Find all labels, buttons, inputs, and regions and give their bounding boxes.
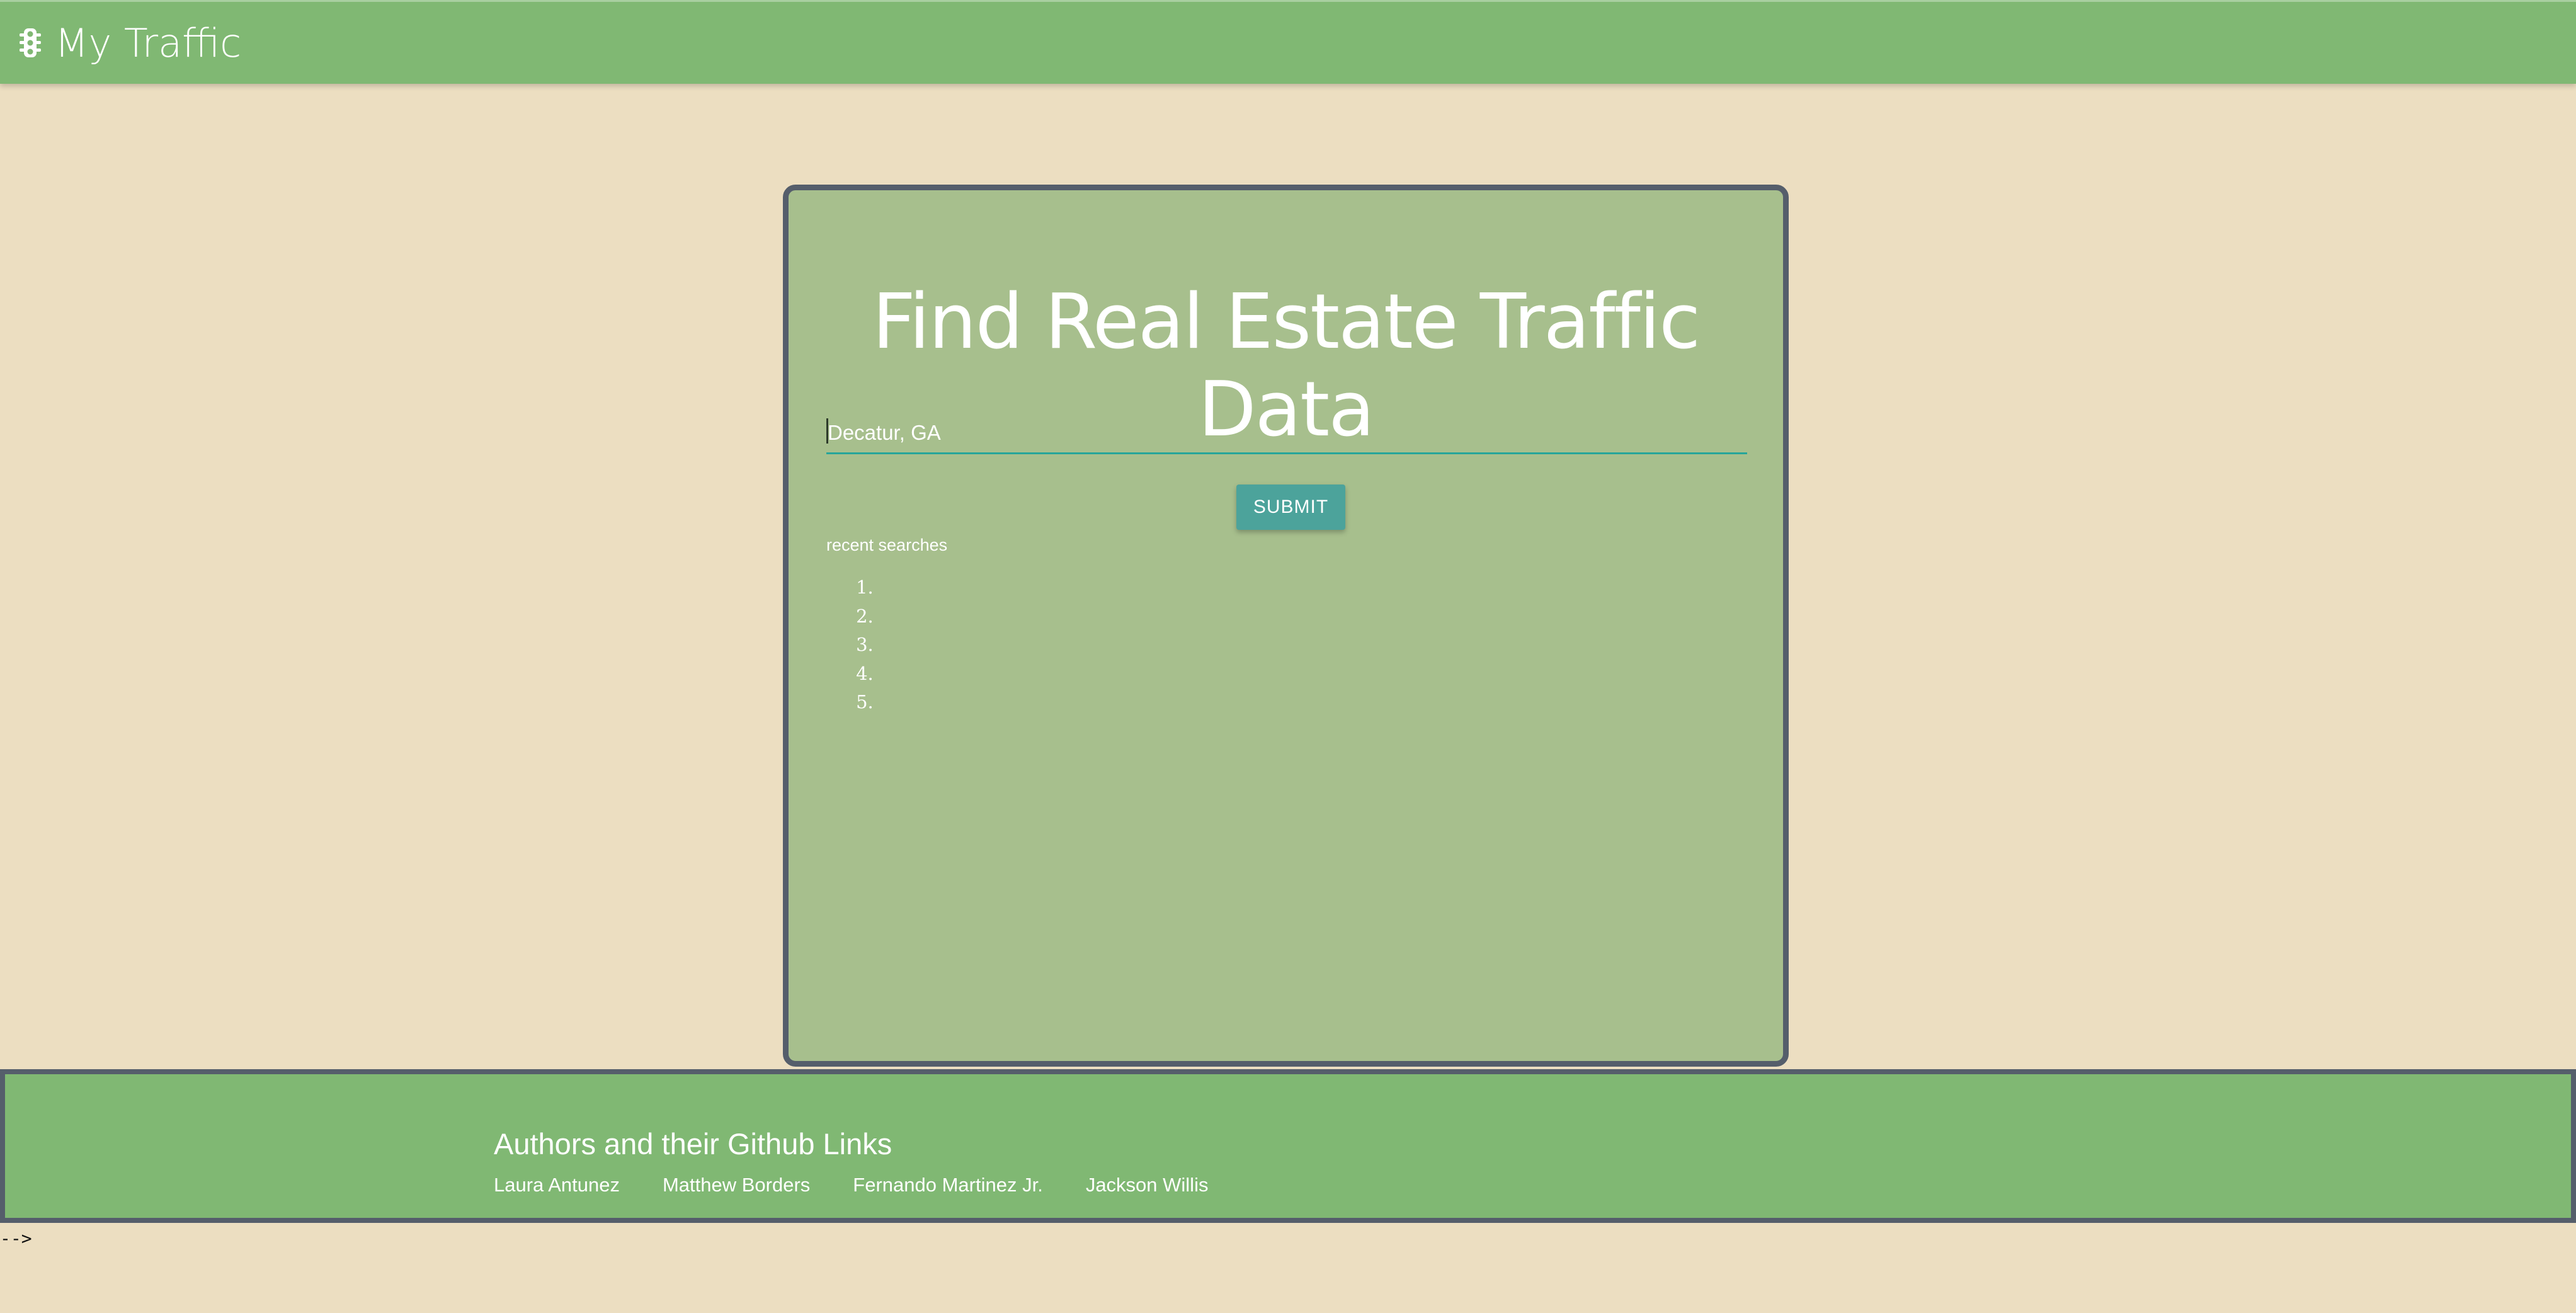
brand-title[interactable]: My Traffic: [55, 20, 241, 66]
author-link-jackson-willis[interactable]: Jackson Willis: [1086, 1174, 1209, 1196]
city-search-input[interactable]: [826, 413, 1747, 454]
traffic-light-icon: [20, 28, 41, 57]
author-link-matthew-borders[interactable]: Matthew Borders: [663, 1174, 810, 1196]
footer-title: Authors and their Github Links: [494, 1127, 892, 1161]
recent-searches-label: recent searches: [826, 536, 948, 554]
search-card: Find Real Estate Traffic Data SUBMIT rec…: [783, 185, 1789, 1067]
recent-searches-list: [826, 573, 879, 717]
submit-button[interactable]: SUBMIT: [1236, 484, 1345, 530]
top-navbar: My Traffic: [0, 0, 2576, 84]
footer: Authors and their Github Links Laura Ant…: [0, 1069, 2576, 1223]
author-links: Laura Antunez Matthew Borders Fernando M…: [494, 1174, 1208, 1196]
stray-comment-text: -->: [0, 1228, 32, 1249]
author-link-fernando-martinez[interactable]: Fernando Martinez Jr.: [853, 1174, 1043, 1196]
author-link-laura-antunez[interactable]: Laura Antunez: [494, 1174, 620, 1196]
text-cursor: [826, 418, 828, 444]
